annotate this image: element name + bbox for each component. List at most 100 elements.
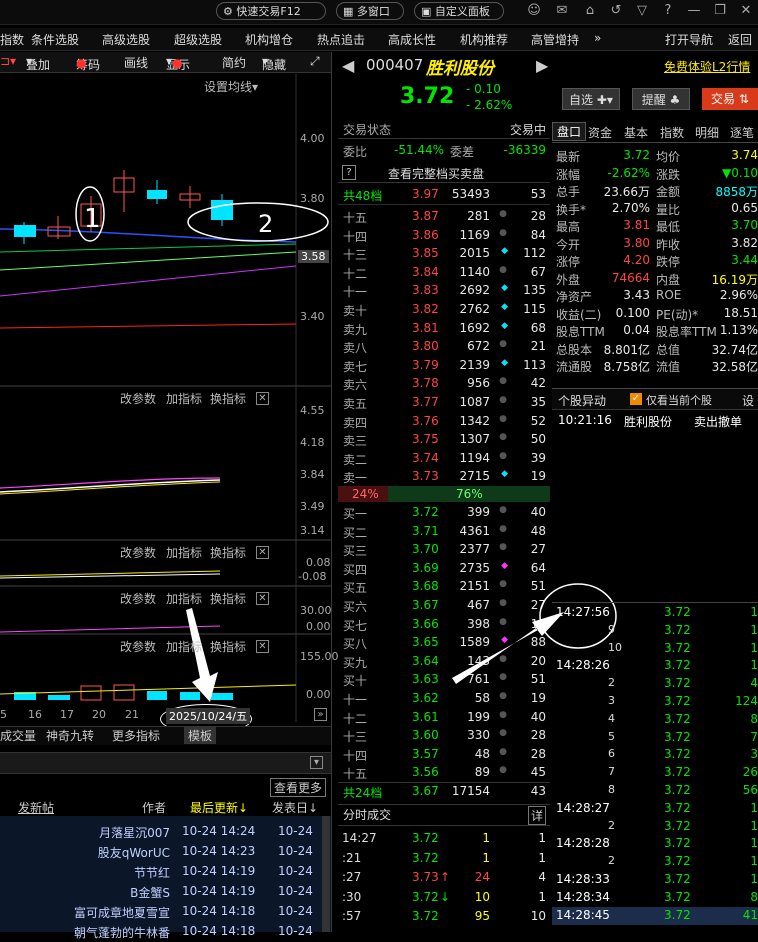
user-icon[interactable]: ☺ — [526, 3, 542, 19]
tab-volume[interactable]: 成交量 — [0, 727, 36, 744]
menu-growth[interactable]: 高成长性 — [388, 31, 436, 48]
change-indicator-button[interactable]: 换指标 — [210, 638, 246, 655]
list-item[interactable]: 月落星沉007 10-24 14:24 10-24 — [0, 822, 320, 842]
edit-params-button[interactable]: 改参数 — [120, 590, 156, 607]
tab-basic[interactable]: 基本 — [624, 124, 648, 141]
close-panel-icon[interactable]: ✕ — [256, 546, 269, 559]
l2-trial-link[interactable]: 免费体验L2行情 — [664, 58, 750, 75]
tick-row[interactable]: 14:28:28 3.72 1 — [552, 835, 758, 853]
prev-stock-icon[interactable]: ◀ — [342, 56, 354, 75]
add-indicator-button[interactable]: 加指标 — [166, 544, 202, 561]
ask-row[interactable]: 卖二 3.74 1194 ● 39 — [338, 450, 550, 468]
tick-row[interactable]: 9 3.72 1 — [552, 622, 758, 640]
ask-row[interactable]: 卖五 3.77 1087 ● 35 — [338, 394, 550, 412]
tick-row[interactable]: 14:28:33 3.72 1 — [552, 871, 758, 889]
edit-params-button[interactable]: 改参数 — [120, 638, 156, 655]
menu-advanced-pick[interactable]: 高级选股 — [102, 31, 150, 48]
list-item[interactable]: 朝气蓬勃的牛林番 10-24 14:18 10-24 — [0, 922, 320, 942]
fenshi-row[interactable]: :30 3.72 ↓ 10 1 — [338, 889, 550, 907]
change-indicator-button[interactable]: 换指标 — [210, 590, 246, 607]
menu-index[interactable]: 指数 — [0, 31, 24, 48]
ask-row[interactable]: 卖一 3.73 2715 ◆ 19 — [338, 468, 550, 486]
tab-funds[interactable]: 资金 — [588, 124, 612, 141]
fenshi-row[interactable]: :57 3.72 95 10 — [338, 908, 550, 926]
alert-button[interactable]: 提醒 ♣ — [632, 88, 690, 110]
mail-icon[interactable]: ✉ — [554, 3, 570, 19]
bid-row[interactable]: 十五 3.56 89 ● 45 — [338, 764, 550, 782]
add-watchlist-button[interactable]: 自选 ✚▾ — [562, 88, 620, 110]
kline-chart[interactable]: 设置均线▾ 1 2 4.00 3.80 3.58 3.40 改参数 加指标 换指… — [0, 74, 339, 734]
bid-row[interactable]: 买一 3.72 399 ● 40 — [338, 504, 550, 522]
quick-trade-button[interactable]: ⚙ 快速交易F12 — [216, 2, 326, 20]
only-current-checkbox[interactable]: ✓ — [630, 393, 642, 405]
left-toggle-icon[interactable]: ⊐▾ — [0, 54, 16, 68]
minimize-icon[interactable]: — — [686, 3, 702, 19]
bid-row[interactable]: 十一 3.62 58 ● 19 — [338, 690, 550, 708]
detail-button[interactable]: 详 — [527, 806, 546, 825]
tick-row[interactable]: 2 3.72 1 — [552, 853, 758, 871]
ask-row[interactable]: 卖八 3.80 672 ● 21 — [338, 338, 550, 356]
tab-more-indicators[interactable]: 更多指标 — [112, 727, 160, 744]
ask-row[interactable]: 十三 3.85 2015 ◆ 112 — [338, 245, 550, 263]
bid-row[interactable]: 买四 3.69 2735 ◆ 64 — [338, 560, 550, 578]
ask-row[interactable]: 十一 3.83 2692 ◆ 135 — [338, 282, 550, 300]
edit-params-button[interactable]: 改参数 — [120, 390, 156, 407]
help-icon[interactable]: ? — [660, 3, 676, 19]
splitter[interactable] — [331, 52, 332, 932]
add-indicator-button[interactable]: 加指标 — [166, 390, 202, 407]
tick-row[interactable]: 10 3.72 1 — [552, 640, 758, 658]
fenshi-row[interactable]: 14:27 3.72 1 1 — [338, 830, 550, 848]
multi-window-button[interactable]: ▦ 多窗口 — [336, 2, 404, 20]
close-icon[interactable]: ✕ — [738, 3, 754, 19]
ask-row[interactable]: 十四 3.86 1169 ● 84 — [338, 227, 550, 245]
tab-index[interactable]: 指数 — [660, 124, 684, 141]
ask-row[interactable]: 卖四 3.76 1342 ● 52 — [338, 413, 550, 431]
next-stock-icon[interactable]: ▶ — [536, 56, 548, 75]
ask-row[interactable]: 卖七 3.79 2139 ◆ 113 — [338, 357, 550, 375]
new-post-link[interactable]: 发新帖 — [18, 799, 54, 816]
display-button[interactable]: 显示 ▾ ● — [166, 54, 190, 72]
home-icon[interactable]: ⌂ — [582, 3, 598, 19]
change-indicator-button[interactable]: 换指标 — [210, 390, 246, 407]
ask-row[interactable]: 卖九 3.81 1692 ◆ 68 — [338, 320, 550, 338]
menu-super-pick[interactable]: 超级选股 — [174, 31, 222, 48]
scrollbar[interactable] — [322, 816, 330, 932]
tick-row[interactable]: 2 3.72 4 — [552, 675, 758, 693]
fenshi-row[interactable]: :21 3.72 1 1 — [338, 850, 550, 868]
scroll-right-icon[interactable]: » — [314, 708, 327, 721]
change-indicator-button[interactable]: 换指标 — [210, 544, 246, 561]
edit-params-button[interactable]: 改参数 — [120, 544, 156, 561]
col-post-date[interactable]: 发表日↓ — [272, 799, 318, 816]
tick-row[interactable]: 14:28:34 3.72 8 — [552, 889, 758, 907]
tab-nine-turn[interactable]: 神奇九转 — [46, 727, 94, 744]
close-panel-icon[interactable]: ✕ — [256, 592, 269, 605]
menu-more[interactable]: » — [594, 31, 601, 45]
tick-row[interactable]: 8 3.72 56 — [552, 782, 758, 800]
custom-panel-button[interactable]: ▣ 自定义面板 — [414, 2, 504, 20]
fenshi-row[interactable]: :27 3.73 ↑ 24 4 — [338, 869, 550, 887]
collapse-icon[interactable]: ▾ — [310, 756, 323, 769]
menu-back[interactable]: 返回 — [728, 31, 752, 48]
add-indicator-button[interactable]: 加指标 — [166, 638, 202, 655]
menu-inst-add[interactable]: 机构增仓 — [245, 31, 293, 48]
fullscreen-icon[interactable]: ⤢ — [310, 54, 320, 69]
full-queue-row[interactable]: ? 查看完整档买卖盘 — [338, 164, 550, 183]
menu-hotspot[interactable]: 热点追击 — [317, 31, 365, 48]
list-item[interactable]: B金蟹S 10-24 14:19 10-24 — [0, 882, 320, 902]
add-indicator-button[interactable]: 加指标 — [166, 590, 202, 607]
bid-row[interactable]: 买二 3.71 4361 ● 48 — [338, 523, 550, 541]
list-item[interactable]: 富可成章地夏雪宣 10-24 14:18 10-24 — [0, 902, 320, 922]
menu-inst-recommend[interactable]: 机构推荐 — [460, 31, 508, 48]
ask-row[interactable]: 卖三 3.75 1307 ● 50 — [338, 431, 550, 449]
simple-button[interactable]: 简约 — [222, 54, 246, 71]
ask-row[interactable]: 卖六 3.78 956 ● 42 — [338, 375, 550, 393]
list-item[interactable]: 节节红 10-24 14:19 10-24 — [0, 862, 320, 882]
tick-row[interactable]: 14:28:27 3.72 1 — [552, 800, 758, 818]
ask-row[interactable]: 十五 3.87 281 ● 28 — [338, 208, 550, 226]
tick-row[interactable]: 14:28:45 3.72 41 — [552, 906, 758, 925]
tick-row[interactable]: 14:28:26 3.72 1 — [552, 657, 758, 675]
col-author[interactable]: 作者 — [142, 799, 166, 816]
ask-row[interactable]: 十二 3.84 1140 ● 67 — [338, 264, 550, 282]
tick-row[interactable]: 14:27:56 3.72 1 — [552, 604, 758, 622]
overlay-button[interactable]: 叠加 ▾ — [26, 54, 50, 72]
